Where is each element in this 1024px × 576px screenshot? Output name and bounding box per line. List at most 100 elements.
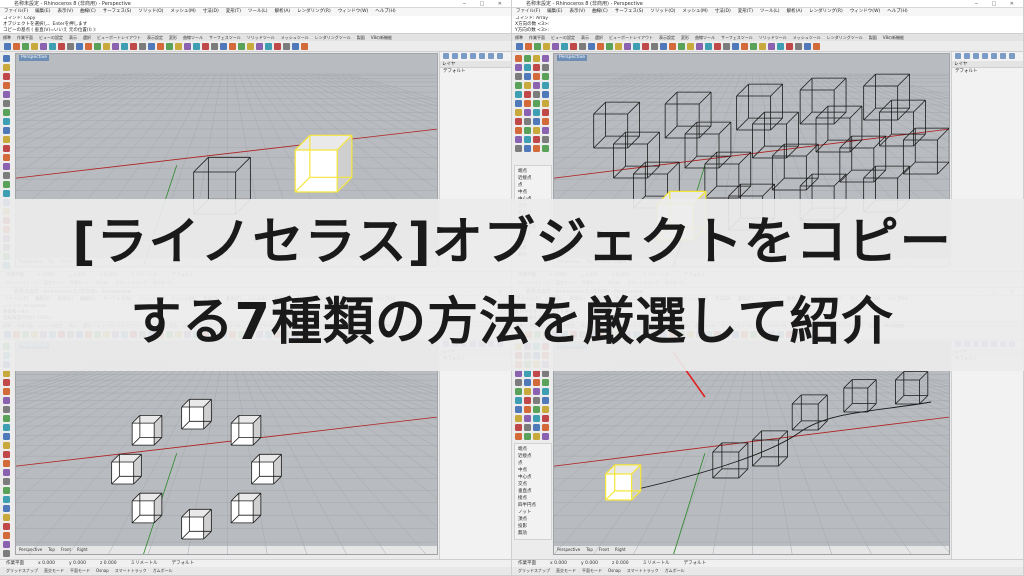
menu-item[interactable]: サーフェス(S) — [103, 9, 132, 14]
panel-tab-icon[interactable] — [470, 53, 476, 59]
toolbar-tab[interactable]: 選択 — [592, 35, 606, 40]
toolbar-icon[interactable] — [67, 43, 74, 50]
tool-icon[interactable] — [533, 100, 540, 107]
tool-icon[interactable] — [524, 118, 531, 125]
menu-item[interactable]: 解析(A) — [787, 9, 803, 14]
osnap-item[interactable]: 交点 — [518, 481, 548, 488]
osnap-item[interactable]: ノット — [518, 509, 548, 516]
toolbar-icon[interactable] — [85, 43, 92, 50]
tool-icon[interactable] — [515, 424, 522, 431]
tool-icon[interactable] — [533, 82, 540, 89]
toolbar-icon[interactable] — [552, 43, 559, 50]
toolbar-icon[interactable] — [184, 43, 191, 50]
toolbar-icon[interactable] — [597, 43, 604, 50]
tool-icon[interactable] — [542, 118, 549, 125]
osnap-item[interactable]: 点 — [518, 460, 548, 467]
toolbar-tab[interactable]: 製図 — [866, 35, 880, 40]
toolbar-icon[interactable] — [606, 43, 613, 50]
tool-icon[interactable] — [3, 163, 10, 170]
toolbar-icon[interactable] — [130, 43, 137, 50]
osnap-item[interactable]: 点 — [518, 182, 548, 189]
status-item[interactable]: ミリメートル — [131, 561, 158, 566]
tool-icon[interactable] — [3, 406, 10, 413]
tool-icon[interactable] — [542, 415, 549, 422]
toolbar-tab[interactable]: 選択 — [80, 35, 94, 40]
toolbar-icon[interactable] — [534, 43, 541, 50]
tool-icon[interactable] — [3, 424, 10, 431]
status-item[interactable]: z 0.000 — [100, 561, 117, 566]
tool-icon[interactable] — [3, 64, 10, 71]
tool-icon[interactable] — [515, 388, 522, 395]
toolbar-icon[interactable] — [570, 43, 577, 50]
osnap-item[interactable]: 中点 — [518, 189, 548, 196]
toolbar-icon[interactable] — [31, 43, 38, 50]
menu-item[interactable]: 変形(T) — [226, 9, 241, 14]
toolbar-icon[interactable] — [723, 43, 730, 50]
osnap-item[interactable]: 接点 — [518, 495, 548, 502]
tool-icon[interactable] — [3, 388, 10, 395]
toolbar-tab[interactable]: レンダリングツール — [824, 35, 866, 40]
status-item[interactable]: デフォルト — [684, 561, 707, 566]
osnap-item[interactable]: 近接点 — [518, 175, 548, 182]
tool-icon[interactable] — [3, 442, 10, 449]
tool-icon[interactable] — [515, 55, 522, 62]
osnap-item[interactable]: 無効 — [518, 530, 548, 537]
tool-icon[interactable] — [3, 433, 10, 440]
tool-icon[interactable] — [515, 91, 522, 98]
menu-item[interactable]: メッシュ(M) — [170, 9, 195, 14]
tool-icon[interactable] — [533, 109, 540, 116]
tool-icon[interactable] — [3, 73, 10, 80]
menu-item[interactable]: 曲線(C) — [80, 9, 96, 14]
tool-icon[interactable] — [524, 127, 531, 134]
toolbar-icon[interactable] — [813, 43, 820, 50]
tool-icon[interactable] — [515, 145, 522, 152]
tool-icon[interactable] — [524, 136, 531, 143]
tool-icon[interactable] — [524, 100, 531, 107]
status-item[interactable]: z 0.000 — [612, 561, 629, 566]
tool-icon[interactable] — [533, 433, 540, 440]
window-controls[interactable]: ─ □ ✕ — [463, 0, 508, 7]
panel-tab-icon[interactable] — [461, 53, 467, 59]
tool-icon[interactable] — [533, 136, 540, 143]
tool-icon[interactable] — [3, 109, 10, 116]
tool-icon[interactable] — [542, 82, 549, 89]
tool-icon[interactable] — [524, 91, 531, 98]
menu-item[interactable]: ソリッド(O) — [650, 9, 675, 14]
status-toggle[interactable]: グリッドスナップ — [518, 568, 550, 573]
osnap-item[interactable]: 中点 — [518, 467, 548, 474]
toolbar-icon[interactable] — [94, 43, 101, 50]
toolbar-icon[interactable] — [175, 43, 182, 50]
tool-icon[interactable] — [524, 397, 531, 404]
tool-icon[interactable] — [515, 118, 522, 125]
tool-icon[interactable] — [533, 370, 540, 377]
toolbar-tab[interactable]: 製図 — [354, 35, 368, 40]
menu-item[interactable]: 寸法(D) — [715, 9, 731, 14]
tool-icon[interactable] — [515, 73, 522, 80]
tool-icon[interactable] — [515, 109, 522, 116]
menu-item[interactable]: ヘルプ(H) — [375, 9, 395, 14]
osnap-item[interactable]: 四半円点 — [518, 502, 548, 509]
tool-icon[interactable] — [3, 370, 10, 377]
tool-icon[interactable] — [533, 388, 540, 395]
toolbar-tab[interactable]: 変形 — [166, 35, 180, 40]
panel-tab-icon[interactable] — [497, 53, 503, 59]
status-item[interactable]: x 0.000 — [38, 561, 55, 566]
tool-icon[interactable] — [524, 415, 531, 422]
tool-icon[interactable] — [524, 64, 531, 71]
menu-item[interactable]: レンダリング(R) — [297, 9, 331, 14]
toolbar-icon[interactable] — [732, 43, 739, 50]
tool-icon[interactable] — [3, 379, 10, 386]
tool-icon[interactable] — [524, 433, 531, 440]
tool-icon[interactable] — [533, 64, 540, 71]
toolbar-icon[interactable] — [121, 43, 128, 50]
status-toggle[interactable]: Osnap — [96, 568, 109, 573]
panel-tab-icon[interactable] — [1000, 53, 1006, 59]
tool-icon[interactable] — [533, 73, 540, 80]
tool-icon[interactable] — [515, 379, 522, 386]
tool-icon[interactable] — [533, 397, 540, 404]
tool-icon[interactable] — [542, 406, 549, 413]
tool-icon[interactable] — [533, 55, 540, 62]
layer-row-default[interactable]: デフォルト — [952, 68, 1023, 75]
menu-item[interactable]: ソリッド(O) — [138, 9, 163, 14]
tool-icon[interactable] — [542, 433, 549, 440]
